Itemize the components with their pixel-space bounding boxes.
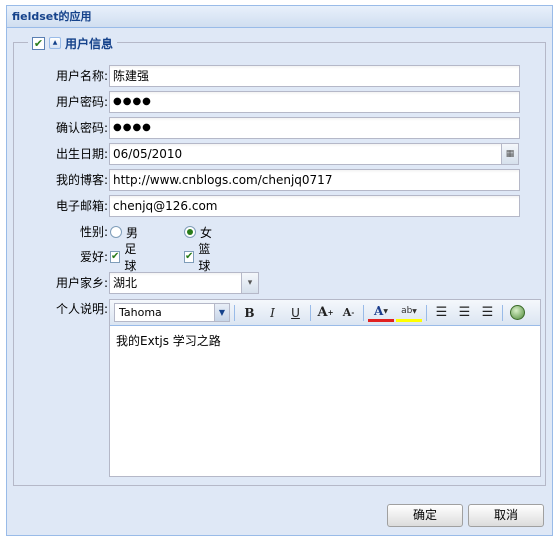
blog-input[interactable]: http://www.cnblogs.com/chenjq0717 [109,169,520,191]
fieldset-toggle-checkbox[interactable]: ✔ [32,36,45,50]
toolbar-separator [426,304,427,321]
hobby-football-label: 足球 [124,242,137,273]
password-label: 用户密码: [55,95,108,109]
align-center-icon[interactable]: ☰ [454,303,475,323]
blog-label: 我的博客: [55,173,108,187]
toolbar-separator [310,304,311,321]
fieldset-legend: ✔ ▲ 用户信息 [28,34,118,52]
row-username: 用户名称: 陈建强 [14,65,545,87]
radio-female[interactable] [184,226,196,238]
hobby-label: 爱好: [79,250,108,264]
password-input[interactable]: ●●●● [109,91,520,113]
row-birthday: 出生日期: 06/05/2010 ▦ [14,143,545,165]
row-gender: 性别: 男 女 [14,221,545,243]
radio-selected-dot [187,229,193,235]
bold-icon[interactable]: B [239,303,260,323]
row-hometown: 用户家乡: 湖北 ▾ [14,272,545,294]
checkbox-basketball[interactable]: ✔ [184,251,195,263]
align-left-icon[interactable]: ☰ [431,303,452,323]
username-input[interactable]: 陈建强 [109,65,520,87]
calendar-icon[interactable]: ▦ [502,143,519,165]
toolbar-separator [502,304,503,321]
row-blog: 我的博客: http://www.cnblogs.com/chenjq0717 [14,169,545,191]
hobby-option-basketball[interactable]: ✔ 篮球 [184,242,212,273]
gender-female-label: 女 [200,225,213,240]
row-confirm-password: 确认密码: ●●●● [14,117,545,139]
font-family-select[interactable]: Tahoma ▼ [114,303,230,322]
username-label: 用户名称: [55,69,108,83]
birthday-input[interactable]: 06/05/2010 [109,143,502,165]
toolbar-separator [363,304,364,321]
email-label: 电子邮箱: [55,199,108,213]
font-grow-icon[interactable]: A + [315,303,336,323]
cancel-button[interactable]: 取消 [468,504,544,527]
user-info-fieldset: ✔ ▲ 用户信息 用户名称: 陈建强 用户密码: ●●●● 确认密码: ●●●●… [13,34,546,486]
gender-male-label: 男 [126,225,139,240]
hometown-label: 用户家乡: [55,276,108,290]
fieldset-legend-text: 用户信息 [65,36,114,51]
gender-label: 性别: [79,225,108,239]
hobby-basketball-label: 篮球 [198,242,211,273]
editor-toolbar: Tahoma ▼ B I U A + A- A ▼ ab ▼ ☰ ☰ ☰ [110,300,540,326]
hometown-combo[interactable]: 湖北 [109,272,242,294]
source-edit-icon[interactable] [507,303,528,323]
highlight-icon[interactable]: ab ▼ [396,304,422,322]
description-label: 个人说明: [55,302,108,316]
form-panel: fieldset的应用 ✔ ▲ 用户信息 用户名称: 陈建强 用户密码: ●●●… [6,5,553,536]
editor-content[interactable]: 我的Extjs 学习之路 [110,326,540,355]
radio-male[interactable] [110,226,122,238]
email-input[interactable]: chenjq@126.com [109,195,520,217]
row-password: 用户密码: ●●●● [14,91,545,113]
chevron-down-icon: ▼ [214,304,229,321]
confirm-password-input[interactable]: ●●●● [109,117,520,139]
row-email: 电子邮箱: chenjq@126.com [14,195,545,217]
font-color-icon[interactable]: A ▼ [368,304,394,322]
ok-button[interactable]: 确定 [387,504,463,527]
confirm-password-label: 确认密码: [55,121,108,135]
checkbox-football[interactable]: ✔ [110,251,121,263]
underline-icon[interactable]: U [285,303,306,323]
toolbar-separator [234,304,235,321]
align-right-icon[interactable]: ☰ [477,303,498,323]
row-hobby: 爱好: ✔ 足球 ✔ 篮球 [14,242,545,273]
collapse-icon[interactable]: ▲ [49,37,61,49]
birthday-label: 出生日期: [55,147,108,161]
font-shrink-icon[interactable]: A- [338,303,359,323]
panel-title: fieldset的应用 [7,6,552,28]
hobby-option-football[interactable]: ✔ 足球 [110,242,138,273]
html-editor: Tahoma ▼ B I U A + A- A ▼ ab ▼ ☰ ☰ ☰ 我的E… [109,299,541,477]
combo-dropdown-icon[interactable]: ▾ [242,272,259,294]
font-family-value: Tahoma [119,306,162,319]
italic-icon[interactable]: I [262,303,283,323]
